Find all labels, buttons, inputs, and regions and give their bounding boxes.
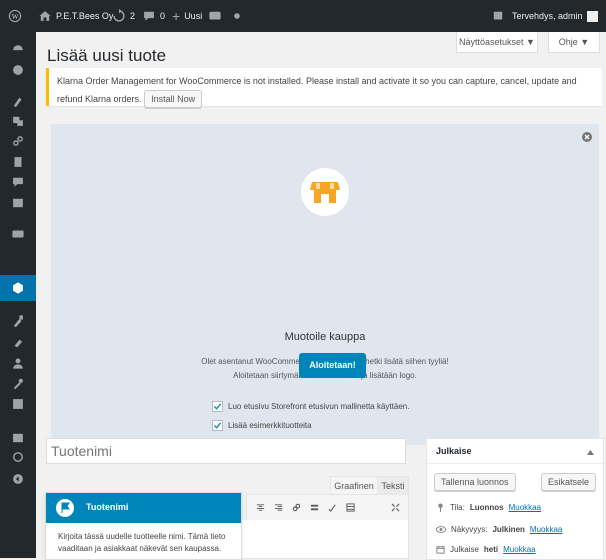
tab-visual[interactable]: Graafinen — [330, 476, 378, 495]
tools-icon[interactable] — [11, 376, 25, 390]
edit-visibility-link[interactable]: Muokkaa — [530, 525, 562, 534]
calendar-icon — [436, 545, 445, 554]
dashboard-icon[interactable] — [11, 41, 25, 55]
store-icon — [301, 168, 349, 216]
new-label: Uusi — [184, 11, 203, 21]
security-icon[interactable] — [11, 450, 25, 464]
comments-link[interactable]: 0 — [142, 0, 165, 32]
product-title-input[interactable] — [46, 438, 406, 464]
status-dot-icon[interactable] — [230, 0, 244, 32]
updates-icon — [113, 9, 125, 22]
notice-text-wrap: Klarna Order Management for WooCommerce … — [57, 73, 597, 108]
media-icon[interactable] — [11, 114, 25, 128]
plugin-notice: Klarna Order Management for WooCommerce … — [46, 68, 602, 108]
pin-icon — [438, 503, 443, 512]
visibility-label: Näkyvyys: — [451, 525, 488, 534]
publish-box: Julkaise Tallenna luonnos Esikatsele Til… — [426, 438, 604, 560]
plugins-icon[interactable] — [11, 334, 25, 348]
visibility-value: Julkinen — [492, 525, 525, 534]
install-now-button[interactable]: Install Now — [144, 90, 203, 108]
home-icon — [39, 11, 51, 21]
close-icon[interactable] — [581, 131, 593, 143]
wordpress-logo-icon[interactable]: W — [8, 0, 22, 32]
edit-schedule-link[interactable]: Muokkaa — [503, 545, 535, 554]
tour-pointer-header: Tuotenimi — [46, 493, 241, 523]
align-right-icon[interactable] — [274, 503, 283, 512]
sample-products-option[interactable]: Lisää esimerkkituotteita — [212, 420, 312, 431]
plus-icon: + — [172, 8, 181, 24]
save-draft-button[interactable]: Tallenna luonnos — [434, 473, 516, 491]
spellcheck-icon[interactable] — [328, 503, 337, 512]
status-value: Luonnos — [469, 503, 504, 512]
updates-count: 2 — [130, 11, 136, 21]
admin-sidebar — [0, 32, 36, 558]
sample-products-option-label: Lisää esimerkkituotteita — [228, 421, 312, 430]
woocommerce-admin-icon[interactable] — [208, 0, 222, 32]
tour-pointer-text: Kirjoita tässä uudelle tuotteelle nimi. … — [58, 532, 226, 553]
main-content: Näyttöasetukset ▼ Ohje ▼ Lisää uusi tuot… — [36, 32, 606, 560]
settings-icon[interactable] — [11, 397, 25, 411]
publish-value: heti — [483, 545, 499, 554]
publish-label: Julkaise — [450, 545, 479, 554]
start-button[interactable]: Aloitetaan! — [299, 353, 366, 378]
checkmark-icon — [213, 403, 222, 410]
updates-link[interactable]: 2 — [112, 0, 135, 32]
jetpack-icon[interactable] — [11, 63, 25, 77]
comments-icon — [144, 11, 154, 21]
admin-bar: W P.E.T.Bees Oy 2 0 + Uusi Tervehdys, ad… — [0, 0, 606, 32]
products-icon[interactable] — [11, 281, 25, 295]
comments-count: 0 — [160, 11, 166, 21]
flag-icon — [56, 499, 74, 517]
homepage-option-label: Luo etusivu Storefront etusivun mallinet… — [228, 402, 410, 411]
notice-text: Klarna Order Management for WooCommerce … — [57, 76, 577, 104]
links-icon[interactable] — [11, 134, 25, 148]
collapse-arrow-icon[interactable] — [587, 450, 594, 455]
seo-icon[interactable] — [11, 431, 25, 445]
new-content-link[interactable]: + Uusi — [172, 0, 202, 32]
status-row: Tila: Luonnos Muokkaa — [436, 503, 541, 512]
pages-icon[interactable] — [11, 155, 25, 169]
checkmark-icon — [213, 422, 222, 429]
forms-icon[interactable] — [11, 196, 25, 210]
read-more-icon[interactable] — [310, 503, 319, 512]
page-title: Lisää uusi tuote — [47, 46, 167, 65]
svg-text:W: W — [12, 13, 19, 21]
sample-products-checkbox[interactable] — [212, 420, 223, 431]
align-center-icon[interactable] — [256, 503, 265, 512]
fullscreen-icon[interactable] — [391, 503, 400, 512]
edit-status-link[interactable]: Muokkaa — [509, 503, 541, 512]
avatar — [586, 10, 598, 22]
eye-icon — [436, 526, 446, 533]
collapse-menu-icon[interactable] — [11, 472, 25, 486]
publish-heading: Julkaise — [436, 446, 472, 456]
status-label: Tila: — [450, 503, 465, 512]
my-account-link[interactable]: Tervehdys, admin — [512, 0, 598, 32]
storefront-wizard-panel: Muotoile kauppa Olet asentanut WooCommer… — [51, 124, 599, 445]
editor-toolbar — [246, 494, 409, 522]
wizard-title: Muotoile kauppa — [284, 331, 366, 343]
appearance-icon[interactable] — [11, 314, 25, 328]
woocommerce-icon[interactable] — [11, 227, 25, 241]
notification-icon[interactable] — [491, 0, 505, 32]
tab-text[interactable]: Teksti — [377, 476, 409, 495]
toolbar-toggle-icon[interactable] — [346, 503, 355, 512]
users-icon[interactable] — [11, 356, 25, 370]
divider — [427, 463, 603, 464]
tour-pointer: Tuotenimi Kirjoita tässä uudelle tuottee… — [45, 492, 242, 560]
homepage-checkbox[interactable] — [212, 401, 223, 412]
schedule-row: Julkaise heti Muokkaa — [436, 545, 536, 554]
tour-pointer-title: Tuotenimi — [86, 502, 129, 512]
visibility-row: Näkyvyys: Julkinen Muokkaa — [436, 525, 562, 534]
greeting: Tervehdys, admin — [512, 11, 583, 21]
link-icon[interactable] — [292, 503, 301, 512]
posts-icon[interactable] — [11, 94, 25, 108]
site-name: P.E.T.Bees Oy — [56, 11, 114, 21]
homepage-option[interactable]: Luo etusivu Storefront etusivun mallinet… — [212, 401, 409, 412]
preview-button[interactable]: Esikatsele — [540, 473, 596, 491]
comments-menu-icon[interactable] — [11, 175, 25, 189]
screen-options-button[interactable]: Näyttöasetukset ▼ — [456, 32, 538, 53]
help-button[interactable]: Ohje ▼ — [548, 32, 600, 53]
site-name-link[interactable]: P.E.T.Bees Oy — [38, 0, 113, 32]
